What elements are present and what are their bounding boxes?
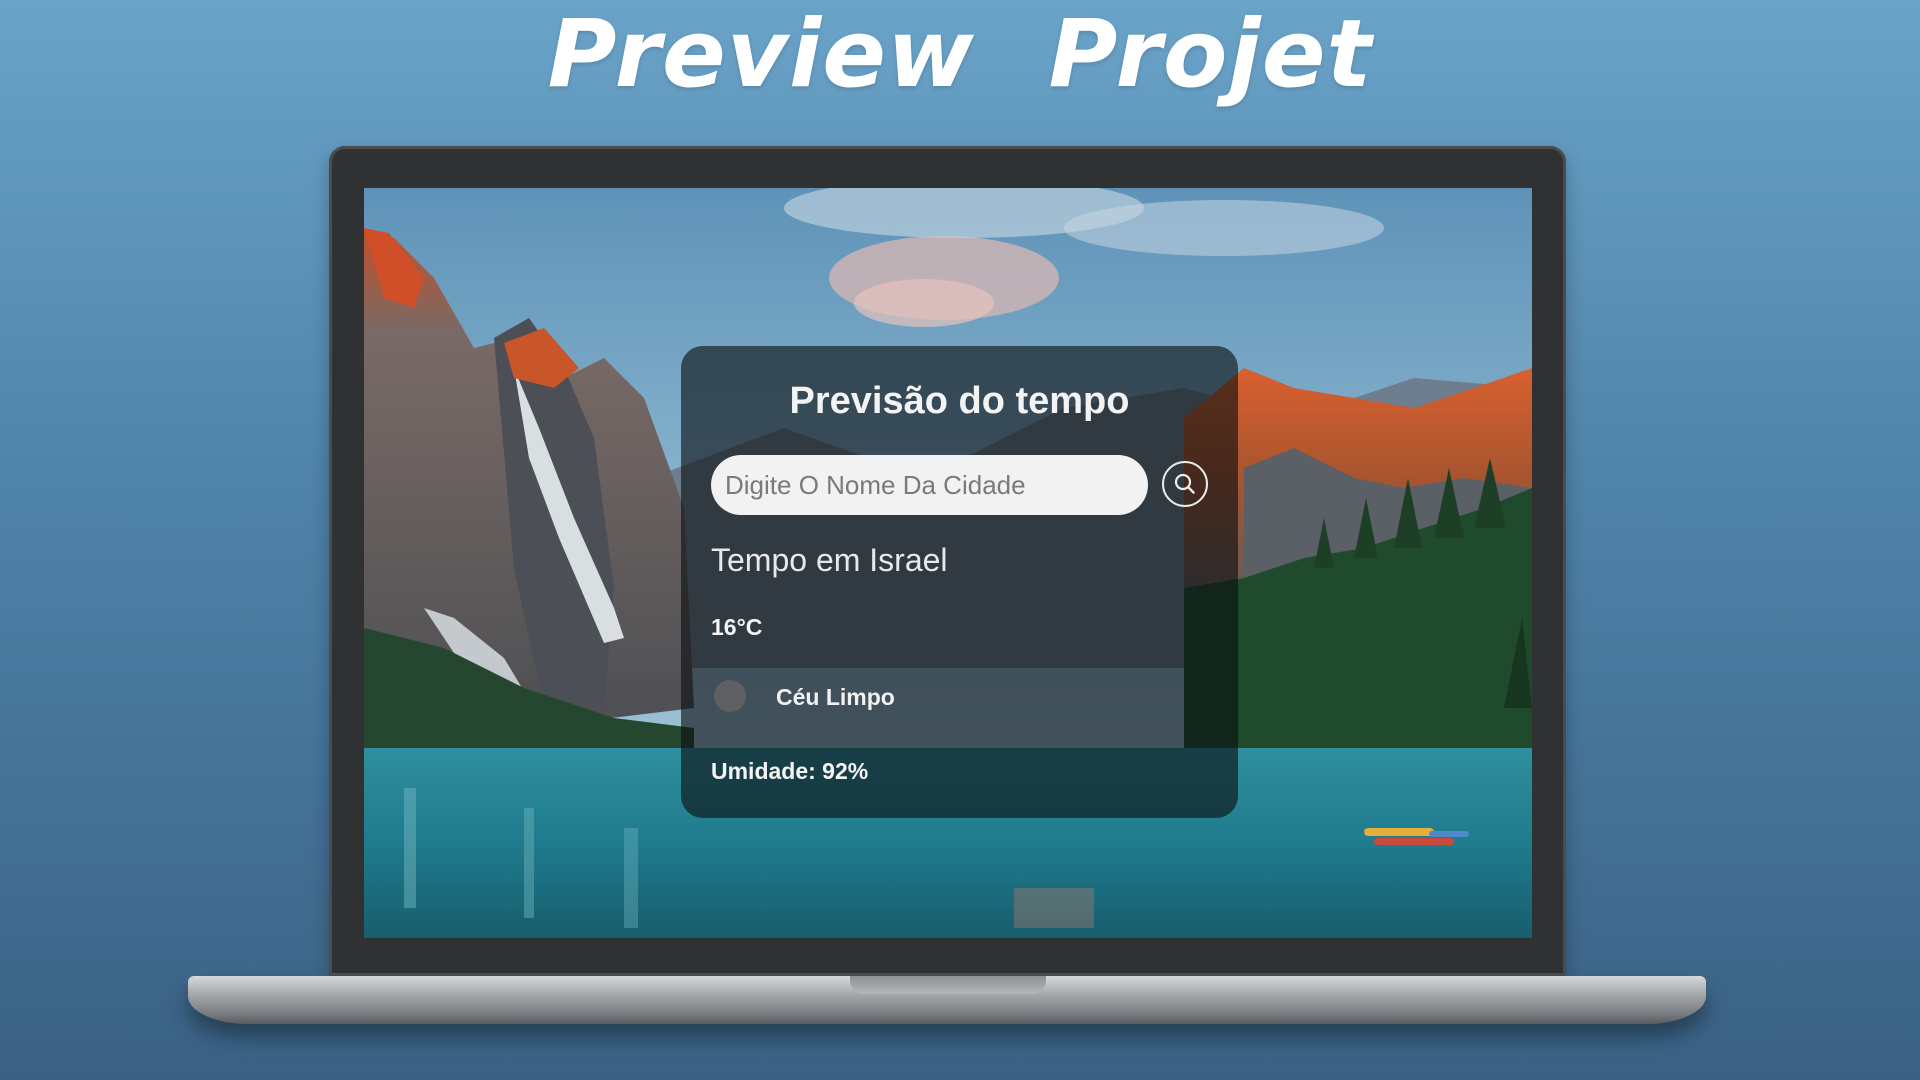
city-heading: Tempo em Israel bbox=[711, 542, 948, 578]
laptop-screen: Previsão do tempo Tempo em Israel 16°C C… bbox=[364, 188, 1532, 938]
laptop-notch bbox=[850, 976, 1046, 994]
app-title: Previsão do tempo bbox=[789, 380, 1130, 422]
search-icon bbox=[1174, 473, 1195, 494]
weather-condition-icon bbox=[714, 680, 746, 712]
humidity-value: Umidade: 92% bbox=[711, 758, 869, 784]
temperature-value: 16°C bbox=[711, 614, 763, 640]
weather-card: Previsão do tempo Tempo em Israel 16°C C… bbox=[681, 346, 1238, 818]
weather-condition-text: Céu Limpo bbox=[776, 684, 895, 710]
city-search-input[interactable] bbox=[711, 455, 1148, 515]
search-button[interactable] bbox=[1162, 461, 1208, 507]
preview-banner-title: Preview Projet bbox=[547, 0, 1373, 109]
